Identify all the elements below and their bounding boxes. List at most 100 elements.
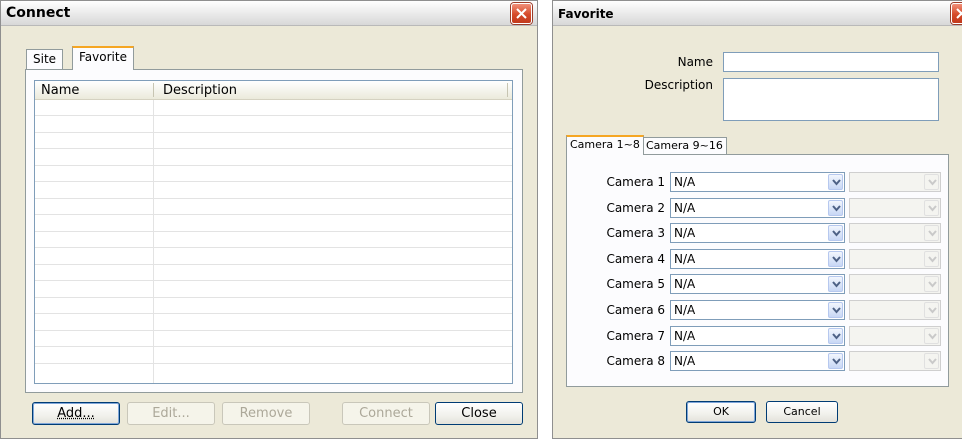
camera-secondary-select[interactable] [849,248,941,269]
favorite-titlebar[interactable]: Favorite [553,1,962,26]
connect-dialog: Connect Site Favorite Name Description A… [0,0,538,439]
camera-select[interactable]: N/A [670,300,845,320]
tab-camera-9-16[interactable]: Camera 9~16 [642,137,727,155]
list-row[interactable] [35,265,512,281]
camera-label: Camera 4 [606,251,665,266]
chevron-down-icon[interactable] [828,353,843,370]
chevron-down-icon [924,353,939,370]
list-row[interactable] [35,232,512,248]
chevron-down-icon [924,276,939,293]
list-row[interactable] [35,166,512,182]
chevron-down-icon[interactable] [828,199,843,216]
list-row[interactable] [35,249,512,265]
chevron-down-icon[interactable] [828,174,843,190]
tab-site-label: Site [33,52,57,66]
camera-select-value: N/A [674,354,696,369]
close-button[interactable]: Close [435,402,523,425]
list-row[interactable] [35,331,512,347]
list-row[interactable] [35,133,512,149]
camera-select-value: N/A [674,328,696,343]
camera-secondary-select[interactable] [849,351,941,372]
close-icon[interactable] [511,3,532,24]
tab-favorite-label: Favorite [79,50,127,64]
chevron-down-icon [924,199,939,216]
camera-tab-panel: Camera 1 N/A Camera 2 N/A Camera 3 N/A Camera … [566,154,949,387]
camera-select[interactable]: N/A [670,274,845,295]
chevron-down-icon [924,225,939,242]
list-row[interactable] [35,216,512,232]
chevron-down-icon [924,250,939,267]
camera-label: Camera 6 [606,303,665,317]
list-row[interactable] [35,183,512,199]
favorite-dialog: Favorite Name Description Camera 1~8 Cam… [552,0,962,439]
camera-secondary-select[interactable] [849,325,941,346]
camera-secondary-select[interactable] [849,197,941,218]
camera-label: Camera 2 [606,200,665,215]
camera-label: Camera 1 [606,175,665,189]
tab-camera-1-8-label: Camera 1~8 [570,138,640,151]
ok-button[interactable]: OK [686,401,756,423]
cancel-button-label: Cancel [783,405,821,418]
remove-button[interactable]: Remove [222,402,310,425]
camera-secondary-select[interactable] [849,172,941,192]
camera-select-value: N/A [674,303,696,317]
tab-camera-1-8[interactable]: Camera 1~8 [566,135,644,155]
list-row[interactable] [35,282,512,298]
connect-button[interactable]: Connect [342,402,430,425]
camera-label: Camera 3 [606,226,665,241]
tab-site[interactable]: Site [26,49,64,69]
tab-camera-9-16-label: Camera 9~16 [646,139,723,152]
camera-select[interactable]: N/A [670,172,845,192]
list-row[interactable] [35,150,512,166]
camera-secondary-select[interactable] [849,300,941,320]
description-label: Description [644,78,713,92]
camera-select[interactable]: N/A [670,248,845,269]
column-header-description[interactable]: Description [163,83,237,98]
camera-select[interactable]: N/A [670,351,845,372]
chevron-down-icon[interactable] [828,250,843,267]
column-divider[interactable] [507,83,508,97]
camera-select-value: N/A [674,200,696,215]
camera-select[interactable]: N/A [670,325,845,346]
chevron-down-icon [924,327,939,344]
cancel-button[interactable]: Cancel [766,401,838,423]
name-field[interactable] [723,52,939,72]
edit-button[interactable]: Edit... [127,402,215,425]
camera-select-value: N/A [674,226,696,241]
chevron-down-icon[interactable] [828,225,843,242]
camera-secondary-select[interactable] [849,274,941,295]
edit-button-label: Edit... [152,406,190,421]
chevron-down-icon [924,174,939,190]
chevron-down-icon[interactable] [828,327,843,344]
add-button[interactable]: Add... [32,402,120,425]
close-icon[interactable] [951,3,962,24]
list-row[interactable] [35,117,512,133]
list-header: Name Description [35,81,512,100]
camera-select-value: N/A [674,175,696,189]
list-row[interactable] [35,199,512,215]
chevron-down-icon [924,302,939,318]
connect-titlebar[interactable]: Connect [1,1,537,26]
close-button-label: Close [461,406,497,421]
list-row[interactable] [35,298,512,314]
chevron-down-icon[interactable] [828,276,843,293]
list-row[interactable] [35,100,512,116]
camera-label: Camera 7 [606,328,665,343]
list-row[interactable] [35,348,512,364]
favorites-list[interactable]: Name Description [34,80,513,384]
description-field[interactable] [723,78,939,121]
column-divider[interactable] [153,83,154,97]
camera-secondary-select[interactable] [849,223,941,244]
camera-select[interactable]: N/A [670,223,845,244]
add-button-label: Add... [57,406,95,421]
camera-select-value: N/A [674,251,696,266]
camera-select[interactable]: N/A [670,197,845,218]
camera-label: Camera 8 [606,354,665,369]
list-row[interactable] [35,315,512,331]
favorite-title: Favorite [558,7,614,21]
chevron-down-icon[interactable] [828,302,843,318]
favorite-tab-panel: Name Description [25,69,523,393]
connect-title: Connect [6,5,71,21]
column-header-name[interactable]: Name [41,83,79,98]
tab-favorite[interactable]: Favorite [72,46,134,70]
